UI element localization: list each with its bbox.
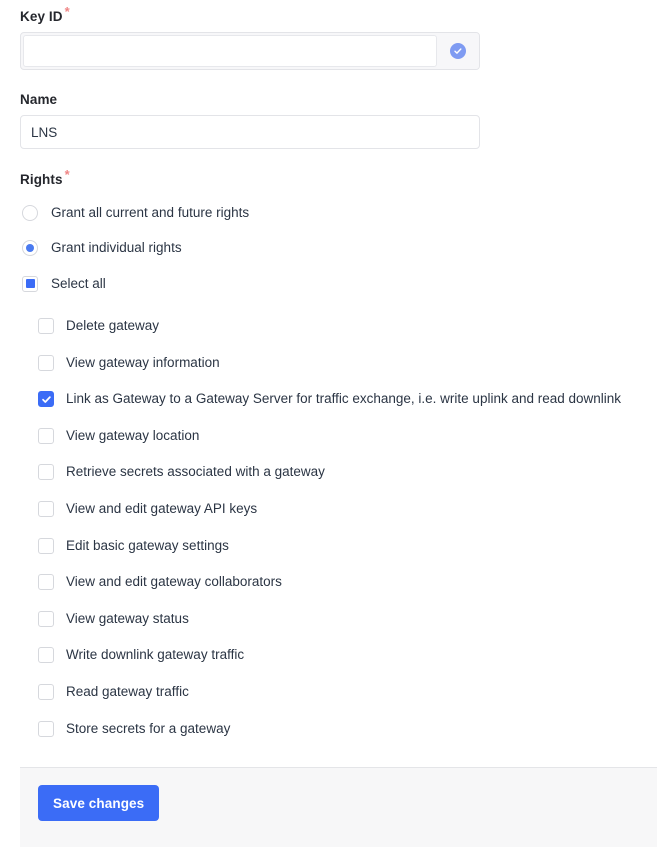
right-checkbox-row[interactable]: Read gateway traffic	[38, 680, 650, 704]
check-circle-icon	[450, 43, 466, 59]
checkbox-unchecked-icon	[38, 318, 54, 334]
rights-required-asterisk: *	[64, 166, 70, 182]
checkbox-unchecked-icon	[38, 427, 54, 444]
key-id-label-text: Key ID	[20, 9, 63, 24]
name-field-group: Name	[20, 91, 480, 149]
checkbox-unchecked-icon	[38, 720, 54, 737]
right-checkbox-row[interactable]: Link as Gateway to a Gateway Server for …	[38, 387, 650, 411]
checkbox-checked-icon	[38, 391, 54, 408]
radio-grant-all-rights-label: Grant all current and future rights	[51, 205, 250, 220]
select-all-checkbox-row[interactable]: Select all	[22, 275, 106, 292]
key-id-field-group: Key ID *	[20, 5, 480, 70]
key-id-input[interactable]	[23, 35, 437, 67]
rights-label: Rights *	[20, 168, 70, 188]
checkbox-unchecked-icon	[38, 464, 54, 481]
right-checkbox-row[interactable]: Retrieve secrets associated with a gatew…	[38, 460, 650, 484]
key-id-copy-button[interactable]	[437, 33, 479, 69]
name-input[interactable]	[20, 115, 480, 149]
checkbox-unchecked-icon	[38, 574, 54, 591]
right-checkbox-label: Write downlink gateway traffic	[66, 647, 245, 663]
right-checkbox-row[interactable]: Write downlink gateway traffic	[38, 643, 650, 667]
rights-field-group: Rights *	[20, 168, 70, 188]
checkbox-unchecked-icon	[38, 610, 54, 627]
right-checkbox-row[interactable]: View gateway information	[38, 351, 650, 375]
right-checkbox-label: View gateway location	[66, 427, 200, 443]
api-key-edit-form: Key ID* Name Rights* Grant all curr	[0, 0, 657, 847]
name-label: Name	[20, 91, 480, 108]
right-checkbox-label: View gateway information	[66, 354, 220, 370]
radio-grant-all-rights[interactable]: Grant all current and future rights	[22, 204, 249, 221]
right-checkbox-label: Retrieve secrets associated with a gatew…	[66, 464, 325, 480]
right-checkbox-row[interactable]: View and edit gateway collaborators	[38, 570, 650, 594]
right-checkbox-label: Store secrets for a gateway	[66, 720, 231, 736]
checkbox-indeterminate-icon	[22, 275, 38, 292]
form-footer-bar: Save changes	[20, 767, 657, 847]
radio-selected-icon	[22, 239, 38, 256]
right-checkbox-row[interactable]: Delete gateway	[38, 314, 650, 338]
right-checkbox-row[interactable]: View gateway location	[38, 424, 650, 448]
right-checkbox-row[interactable]: View and edit gateway API keys	[38, 497, 650, 521]
checkbox-unchecked-icon	[38, 500, 54, 517]
checkbox-unchecked-icon	[38, 537, 54, 554]
select-all-label: Select all	[51, 276, 106, 291]
right-checkbox-label: Edit basic gateway settings	[66, 537, 229, 553]
right-checkbox-label: View gateway status	[66, 610, 189, 626]
right-checkbox-label: Link as Gateway to a Gateway Server for …	[66, 391, 622, 407]
name-label-text: Name	[20, 92, 58, 107]
radio-grant-individual-rights-label: Grant individual rights	[51, 240, 182, 255]
checkbox-unchecked-icon	[38, 647, 54, 664]
right-checkbox-label: View and edit gateway API keys	[66, 500, 258, 516]
radio-grant-individual-rights[interactable]: Grant individual rights	[22, 239, 182, 256]
right-checkbox-label: View and edit gateway collaborators	[66, 574, 282, 590]
key-id-label: Key ID *	[20, 5, 480, 25]
right-checkbox-row[interactable]: Store secrets for a gateway	[38, 717, 650, 741]
rights-checkbox-list: Delete gateway View gateway information Li…	[38, 314, 650, 753]
checkbox-unchecked-icon	[38, 354, 54, 371]
right-checkbox-row[interactable]: View gateway status	[38, 607, 650, 631]
key-id-required-asterisk: *	[64, 3, 70, 19]
key-id-input-wrapper	[20, 32, 480, 70]
right-checkbox-label: Read gateway traffic	[66, 683, 189, 699]
right-checkbox-label: Delete gateway	[66, 318, 160, 333]
radio-unselected-icon	[22, 204, 38, 221]
save-changes-button[interactable]: Save changes	[38, 785, 160, 821]
right-checkbox-row[interactable]: Edit basic gateway settings	[38, 534, 650, 558]
rights-label-text: Rights	[20, 172, 63, 187]
checkbox-unchecked-icon	[38, 683, 54, 700]
